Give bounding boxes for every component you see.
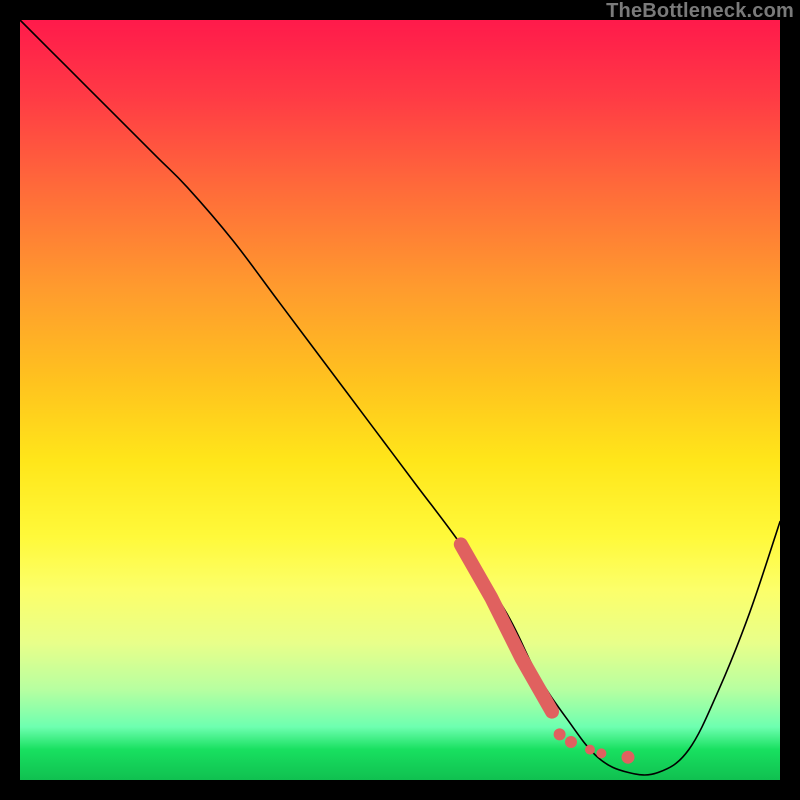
curve-group <box>20 20 780 775</box>
plot-svg <box>20 20 780 780</box>
highlight-dot <box>622 751 635 764</box>
highlight-dot <box>565 736 577 748</box>
highlight-dot <box>585 745 595 755</box>
highlight-segment <box>461 544 552 711</box>
highlight-dots <box>554 728 635 763</box>
highlight-dot <box>596 748 606 758</box>
highlight-dot <box>554 728 566 740</box>
watermark-label: TheBottleneck.com <box>606 0 794 23</box>
bottleneck-curve <box>20 20 780 775</box>
chart-frame: TheBottleneck.com <box>0 0 800 800</box>
